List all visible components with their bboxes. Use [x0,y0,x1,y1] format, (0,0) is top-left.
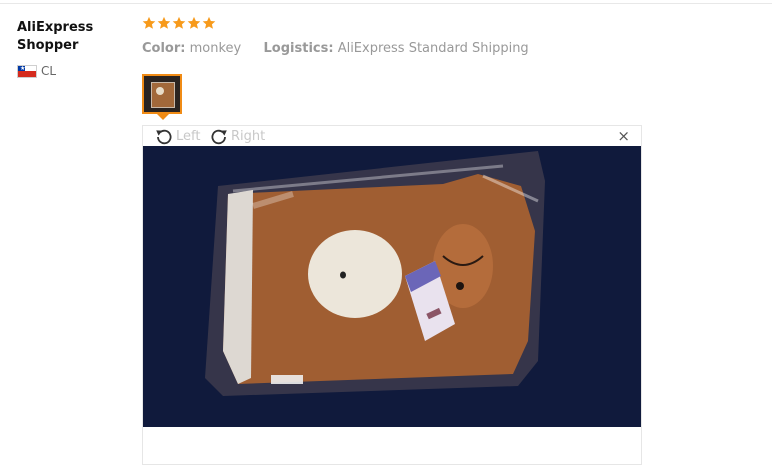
rotate-right-icon [209,126,229,146]
review-photo-thumbnail[interactable] [142,74,182,114]
reviewer-name: AliExpress Shopper [17,20,94,53]
star-icon [187,16,201,29]
review-photo [143,146,641,427]
logistics-label: Logistics: [263,41,334,56]
country-code: CL [41,64,57,78]
rating-stars [142,16,216,30]
flag-chile-icon: ★ [17,64,37,78]
thumbnail-pointer [157,114,169,120]
star-icon [142,16,156,29]
star-icon [202,16,216,29]
reviewer-country: ★ CL [17,64,56,78]
star-icon [172,16,186,29]
rotate-left-icon [154,126,174,146]
divider [0,3,772,4]
color-label: Color: [142,41,186,56]
photo-viewer: Left Right × [142,125,642,465]
color-value: monkey [189,41,242,56]
logistics-value: AliExpress Standard Shipping [337,41,529,56]
star-icon [157,16,171,29]
close-icon[interactable]: × [617,129,630,144]
rotate-right-label: Right [231,128,266,144]
review-meta: Color: monkey Logistics: AliExpress Stan… [142,41,529,56]
rotate-left-button[interactable]: Left [154,126,200,146]
rotate-left-label: Left [176,128,201,144]
rotate-right-button[interactable]: Right [209,126,265,146]
